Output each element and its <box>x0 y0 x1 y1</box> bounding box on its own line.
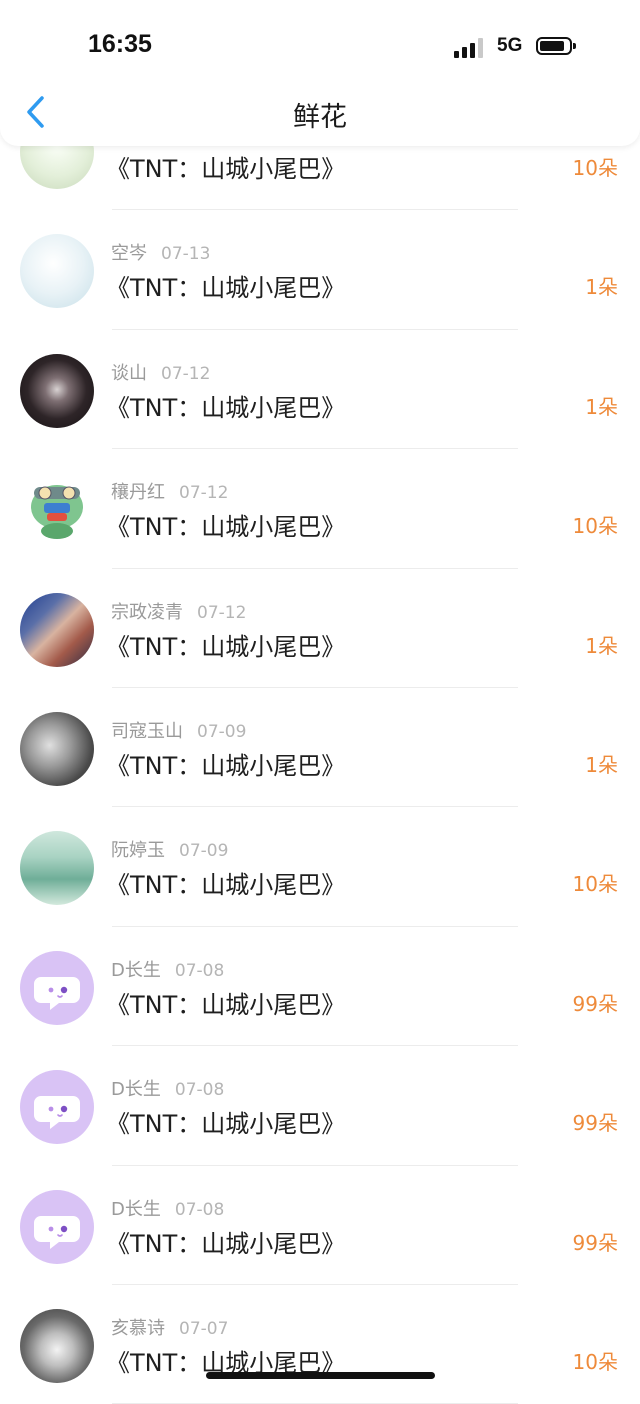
list-item[interactable]: 阮婷玉 07-09 《TNT：山城小尾巴》 10朵 <box>0 807 640 927</box>
sender-meta: 阮婷玉 07-09 <box>111 836 228 862</box>
sender-meta: D长生 07-08 <box>111 956 224 982</box>
flower-count: 1朵 <box>585 633 618 658</box>
gift-date: 07-08 <box>174 1080 225 1101</box>
battery-icon <box>536 37 576 55</box>
flower-count: 1朵 <box>585 394 618 419</box>
book-title: 《TNT：山城小尾巴》 <box>106 513 346 542</box>
list-item[interactable]: 司寇玉山 07-09 《TNT：山城小尾巴》 1朵 <box>0 688 640 808</box>
gift-date: 07-12 <box>197 602 247 623</box>
avatar-icon[interactable] <box>20 1308 94 1383</box>
list-item[interactable]: 谈山 07-12 《TNT：山城小尾巴》 1朵 <box>0 330 640 450</box>
book-title: 《TNT：山城小尾巴》 <box>106 751 346 780</box>
sender-meta: 亥慕诗 07-07 <box>111 1314 228 1340</box>
default-chat-avatar-icon[interactable] <box>20 1070 94 1145</box>
flower-count: 1朵 <box>585 275 618 300</box>
book-title: 《TNT：山城小尾巴》 <box>106 1110 346 1139</box>
list-item[interactable]: 空岑 07-13 《TNT：山城小尾巴》 1朵 <box>0 210 640 330</box>
sender-meta: 空岑 07-13 <box>111 239 210 265</box>
gift-date: 07-12 <box>161 363 211 384</box>
book-title: 《TNT：山城小尾巴》 <box>106 632 346 661</box>
book-title: 《TNT：山城小尾巴》 <box>106 155 346 183</box>
avatar-icon[interactable] <box>20 831 94 906</box>
gift-date: 07-08 <box>174 1199 225 1220</box>
flower-count: 1朵 <box>585 752 618 777</box>
book-title: 《TNT：山城小尾巴》 <box>106 1229 346 1258</box>
sender-name: 亥慕诗 <box>111 1317 165 1339</box>
list-item[interactable]: 亥慕诗 07-07 《TNT：山城小尾巴》 10朵 <box>0 1285 640 1404</box>
sender-meta: 宗政凌青 07-12 <box>111 598 246 624</box>
flower-count: 10朵 <box>572 156 618 180</box>
sender-name: 宗政凌青 <box>111 601 183 623</box>
sender-name: 阮婷玉 <box>111 840 165 862</box>
list-item[interactable]: 穰丹红 07-12 《TNT：山城小尾巴》 10朵 <box>0 449 640 569</box>
avatar-icon[interactable] <box>20 473 94 548</box>
gift-date: 07-09 <box>197 721 247 742</box>
gift-date: 07-08 <box>174 960 225 981</box>
list-item[interactable]: D长生 07-08 《TNT：山城小尾巴》 99朵 <box>0 1046 640 1166</box>
avatar-icon[interactable] <box>20 711 94 786</box>
sender-meta: D长生 07-08 <box>111 1075 224 1101</box>
gift-date: 07-09 <box>179 841 229 862</box>
sender-name: 空岑 <box>111 243 147 265</box>
page-title: 鲜花 <box>293 102 347 133</box>
sender-meta: 谈山 07-12 <box>111 359 210 385</box>
sender-name: 司寇玉山 <box>111 720 183 742</box>
flower-count: 10朵 <box>572 514 618 539</box>
sender-name: D长生 <box>111 959 161 981</box>
cellular-signal-icon <box>454 36 488 58</box>
flower-count: 10朵 <box>572 1349 618 1374</box>
network-type: 5G <box>497 35 523 56</box>
gift-date: 07-13 <box>161 244 211 265</box>
avatar-icon[interactable] <box>20 592 94 667</box>
flower-count: 99朵 <box>572 1230 618 1255</box>
flower-count: 99朵 <box>572 991 618 1016</box>
book-title: 《TNT：山城小尾巴》 <box>106 871 346 900</box>
default-chat-avatar-icon[interactable] <box>20 1189 94 1264</box>
status-time: 16:35 <box>88 30 152 58</box>
sender-name: D长生 <box>111 1079 161 1101</box>
book-title: 《TNT：山城小尾巴》 <box>106 393 346 422</box>
avatar-icon[interactable] <box>20 353 94 428</box>
book-title: 《TNT：山城小尾巴》 <box>106 990 346 1019</box>
gift-date: 07-07 <box>179 1318 229 1339</box>
sender-meta: 司寇玉山 07-09 <box>111 717 246 743</box>
default-chat-avatar-icon[interactable] <box>20 950 94 1025</box>
sender-name: 穰丹红 <box>111 482 165 504</box>
list-item[interactable]: D长生 07-08 《TNT：山城小尾巴》 99朵 <box>0 927 640 1047</box>
book-title: 《TNT：山城小尾巴》 <box>106 274 346 303</box>
avatar-icon[interactable] <box>20 234 94 309</box>
flower-count: 99朵 <box>572 1111 618 1136</box>
list-item[interactable]: 宗政凌青 07-12 《TNT：山城小尾巴》 1朵 <box>0 569 640 688</box>
list-item[interactable]: D长生 07-08 《TNT：山城小尾巴》 99朵 <box>0 1166 640 1285</box>
home-indicator <box>206 1372 435 1379</box>
nav-header: 16:35 5G 鲜花 <box>0 0 640 146</box>
flower-gift-list: 《TNT：山城小尾巴》 10朵 空岑 07-13 《TNT：山城小尾巴》 1朵 谈山 07-1… <box>0 91 640 1404</box>
gift-date: 07-12 <box>179 483 229 504</box>
sender-name: D长生 <box>111 1198 161 1220</box>
sender-meta: D长生 07-08 <box>111 1195 224 1221</box>
sender-name: 谈山 <box>111 362 147 384</box>
sender-meta: 穰丹红 07-12 <box>111 478 228 504</box>
flower-count: 10朵 <box>572 872 618 897</box>
